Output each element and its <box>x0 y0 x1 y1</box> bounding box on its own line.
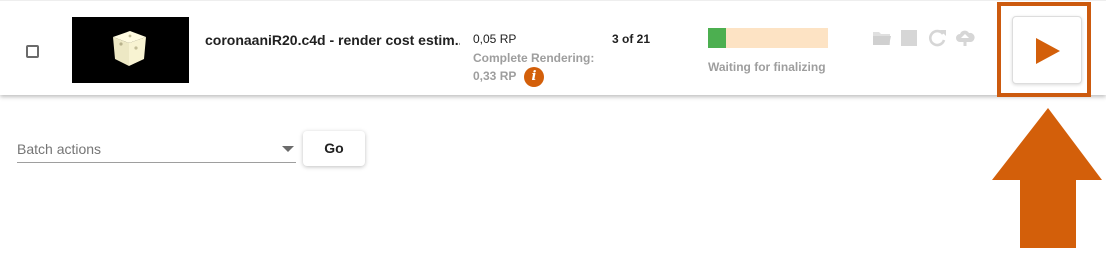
render-progress-fill <box>708 28 726 48</box>
play-button-highlight <box>997 2 1091 97</box>
go-button[interactable]: Go <box>303 131 365 166</box>
job-status: Waiting for finalizing <box>708 60 826 74</box>
render-job-row: coronaaniR20.c4d - render cost estim... … <box>0 0 1106 95</box>
render-progress-bar <box>708 28 828 48</box>
job-thumbnail <box>72 17 189 83</box>
refresh-icon[interactable] <box>928 29 948 47</box>
complete-rendering-label: Complete Rendering: <box>473 51 595 65</box>
cloud-upload-icon[interactable] <box>955 29 975 47</box>
job-cost: 0,05 RP <box>473 32 517 46</box>
batch-actions-label: Batch actions <box>17 141 102 157</box>
job-name[interactable]: coronaaniR20.c4d - render cost estim... <box>205 32 460 48</box>
info-icon[interactable]: i <box>524 67 544 87</box>
frame-count: 3 of 21 <box>612 32 651 46</box>
folder-icon[interactable] <box>872 29 892 47</box>
up-arrow-annotation <box>992 108 1102 248</box>
batch-actions-select[interactable]: Batch actions <box>17 138 296 163</box>
job-select-checkbox[interactable] <box>26 45 39 58</box>
stop-icon[interactable] <box>900 29 920 47</box>
complete-rendering-cost: 0,33 RP <box>473 69 517 83</box>
dropdown-arrow-icon <box>282 146 294 152</box>
